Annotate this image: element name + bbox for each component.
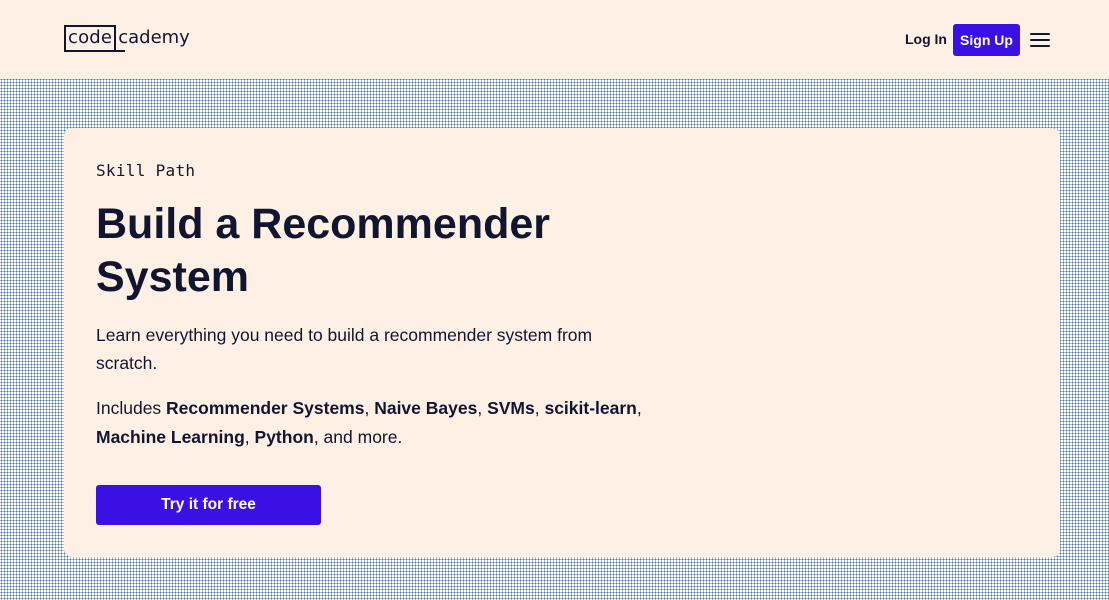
hero-card: Skill Path Build a Recommender System Le… [64, 128, 1060, 557]
logo-rest-label: cademy [118, 27, 190, 48]
topic-naive-bayes: Naive Bayes [374, 398, 478, 418]
signup-button[interactable]: Sign Up [953, 24, 1020, 56]
codecademy-logo[interactable]: code cademy [64, 24, 190, 52]
login-link[interactable]: Log In [905, 30, 947, 48]
includes-suffix: , and more. [313, 427, 403, 447]
try-for-free-button[interactable]: Try it for free [96, 485, 321, 525]
includes-prefix: Includes [96, 398, 167, 418]
topic-svms: SVMs [487, 398, 535, 418]
includes-topics: Includes Recommender Systems, Naive Baye… [96, 398, 642, 447]
logo-cursor-underscore [116, 50, 126, 52]
topic-scikit-learn: scikit-learn [544, 398, 637, 418]
topic-python: Python [254, 427, 314, 447]
skill-path-eyebrow: Skill Path [96, 161, 196, 180]
topic-machine-learning: Machine Learning [96, 427, 245, 447]
topic-recommender-systems: Recommender Systems [166, 398, 365, 418]
hamburger-menu-icon[interactable] [1030, 31, 1050, 49]
site-header: code cademy Log In Sign Up [0, 0, 1109, 79]
hero-description: Learn everything you need to build a rec… [96, 325, 593, 373]
logo-rest-text: cademy [116, 26, 190, 52]
logo-boxed-text: code [64, 24, 117, 52]
page-title: Build a Recommender System [96, 200, 550, 301]
